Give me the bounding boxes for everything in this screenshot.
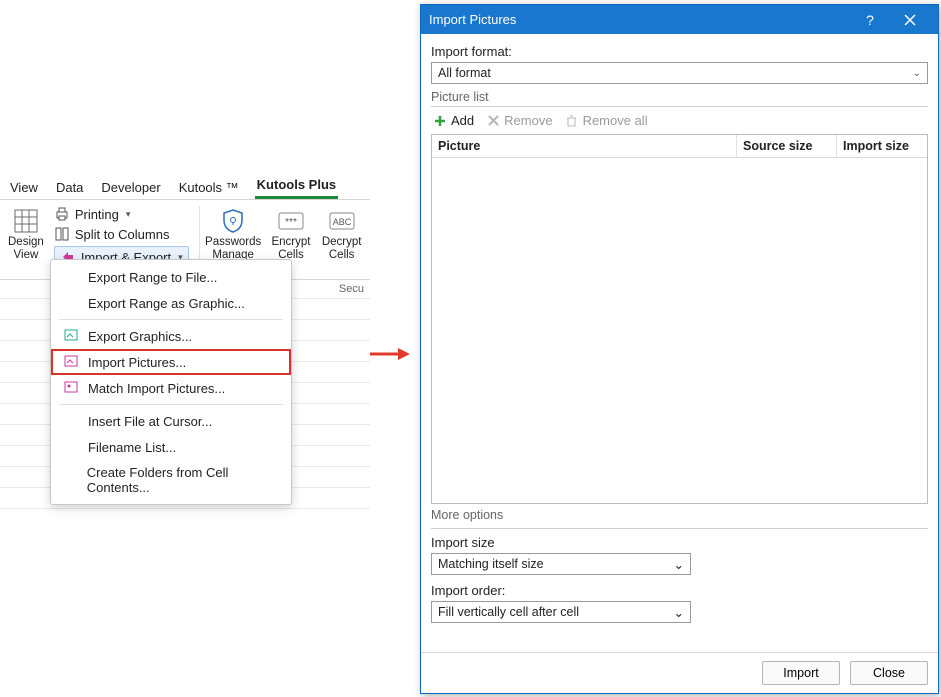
dialog-footer: Import Close	[421, 652, 938, 693]
import-order-value: Fill vertically cell after cell	[438, 605, 579, 619]
abc-icon: ABC	[329, 208, 355, 234]
tab-developer[interactable]: Developer	[99, 176, 162, 199]
listview-body[interactable]	[432, 158, 927, 503]
picture-in-icon	[63, 354, 79, 370]
grid-icon	[13, 208, 39, 234]
dd-label: Insert File at Cursor...	[88, 414, 212, 429]
svg-text:***: ***	[285, 217, 297, 228]
import-format-dropdown[interactable]: All format ⌄	[431, 62, 928, 84]
blank-icon	[63, 295, 79, 311]
dd-label: Import Pictures...	[88, 355, 186, 370]
arrow-indicator	[370, 346, 410, 360]
chevron-down-icon: ⌄	[674, 605, 684, 620]
close-button[interactable]: Close	[850, 661, 928, 685]
tab-kutools-plus[interactable]: Kutools Plus	[255, 173, 338, 199]
remove-all-button: Remove all	[565, 113, 648, 128]
dd-create-folders[interactable]: Create Folders from Cell Contents...	[51, 460, 291, 500]
add-label: Add	[451, 113, 474, 128]
remove-all-label: Remove all	[583, 113, 648, 128]
blank-icon	[63, 472, 78, 488]
import-pictures-dialog: Import Pictures ? Import format: All for…	[420, 4, 939, 694]
import-order-dropdown[interactable]: Fill vertically cell after cell ⌄	[431, 601, 691, 623]
ribbon: View Data Developer Kutools ™ Kutools Pl…	[0, 175, 370, 280]
remove-label: Remove	[504, 113, 552, 128]
blank-icon	[63, 269, 79, 285]
split-cols-label: Split to Columns	[75, 227, 170, 242]
dd-label: Export Range to File...	[88, 270, 217, 285]
add-button[interactable]: Add	[433, 113, 474, 128]
import-size-dropdown[interactable]: Matching itself size ⌄	[431, 553, 691, 575]
picture-match-icon	[63, 380, 79, 396]
close-x-button[interactable]	[890, 5, 930, 34]
design-view-button[interactable]: Design View	[8, 206, 44, 273]
picture-list-toolbar: Add Remove Remove all	[431, 111, 928, 134]
remove-button: Remove	[486, 113, 552, 128]
picture-listview[interactable]: Picture Source size Import size	[431, 134, 928, 504]
col-picture[interactable]: Picture	[432, 135, 737, 157]
tab-kutools[interactable]: Kutools ™	[177, 176, 241, 199]
dd-label: Filename List...	[88, 440, 176, 455]
import-size-value: Matching itself size	[438, 557, 544, 571]
close-icon	[904, 14, 916, 26]
x-icon	[486, 114, 500, 128]
chevron-down-icon: ⌄	[913, 68, 921, 79]
dd-export-range-graphic[interactable]: Export Range as Graphic...	[51, 290, 291, 316]
decrypt-cells-label: Decrypt Cells	[322, 236, 362, 262]
tab-view[interactable]: View	[8, 176, 40, 199]
import-size-label: Import size	[431, 535, 928, 550]
dd-match-import-pictures[interactable]: Match Import Pictures...	[51, 375, 291, 401]
dialog-titlebar[interactable]: Import Pictures ?	[421, 5, 938, 34]
menu-separator	[59, 319, 283, 320]
col-import-size[interactable]: Import size	[837, 135, 927, 157]
blank-icon	[63, 439, 79, 455]
printer-icon	[54, 206, 70, 222]
picture-list-label: Picture list	[431, 90, 928, 104]
split-columns-icon	[54, 226, 70, 242]
design-view-label: Design View	[8, 236, 44, 262]
dd-export-range-file[interactable]: Export Range to File...	[51, 264, 291, 290]
more-options-label: More options	[431, 508, 928, 522]
chevron-down-icon: ⌄	[674, 557, 684, 572]
dd-label: Match Import Pictures...	[88, 381, 225, 396]
dd-label: Export Graphics...	[88, 329, 192, 344]
import-export-dropdown: Export Range to File... Export Range as …	[50, 259, 292, 505]
tab-data[interactable]: Data	[54, 176, 85, 199]
import-format-label: Import format:	[431, 44, 928, 59]
dd-filename-list[interactable]: Filename List...	[51, 434, 291, 460]
split-to-columns-button[interactable]: Split to Columns	[54, 226, 189, 242]
ribbon-group-label: Secu	[339, 283, 364, 295]
dialog-title: Import Pictures	[429, 12, 850, 27]
dd-insert-file-cursor[interactable]: Insert File at Cursor...	[51, 408, 291, 434]
chevron-down-icon: ▾	[126, 209, 131, 220]
printing-label: Printing	[75, 207, 119, 222]
help-button[interactable]: ?	[850, 5, 890, 34]
dd-label: Create Folders from Cell Contents...	[87, 465, 279, 495]
col-source-size[interactable]: Source size	[737, 135, 837, 157]
svg-text:ABC: ABC	[332, 217, 351, 227]
dd-import-pictures[interactable]: Import Pictures...	[51, 349, 291, 375]
picture-out-icon	[63, 328, 79, 344]
more-options-group: Import size Matching itself size ⌄ Impor…	[431, 528, 928, 623]
asterisks-icon: ***	[278, 208, 304, 234]
import-order-label: Import order:	[431, 583, 928, 598]
import-button[interactable]: Import	[762, 661, 840, 685]
dd-export-graphics[interactable]: Export Graphics...	[51, 323, 291, 349]
picture-list-group: Add Remove Remove all Picture	[431, 106, 928, 504]
import-format-value: All format	[438, 66, 491, 80]
dialog-body: Import format: All format ⌄ Picture list…	[421, 34, 938, 652]
menu-separator	[59, 404, 283, 405]
ribbon-tabs: View Data Developer Kutools ™ Kutools Pl…	[0, 175, 370, 200]
printing-button[interactable]: Printing ▾	[54, 206, 189, 222]
dd-label: Export Range as Graphic...	[88, 296, 245, 311]
listview-header: Picture Source size Import size	[432, 135, 927, 158]
blank-icon	[63, 413, 79, 429]
plus-icon	[433, 114, 447, 128]
trash-icon	[565, 114, 579, 128]
decrypt-cells-button[interactable]: ABC Decrypt Cells	[321, 206, 362, 273]
shield-icon	[220, 208, 246, 234]
